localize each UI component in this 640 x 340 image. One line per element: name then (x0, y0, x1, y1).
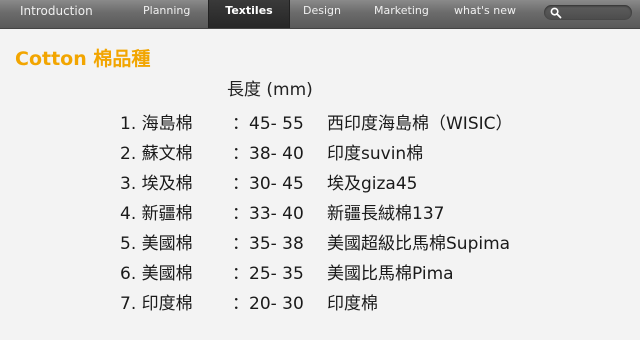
cotton-variety: 印度suvin棉 (327, 144, 424, 164)
fiber-length: ：35- 38 (232, 234, 304, 254)
nav-item-planning[interactable]: Planning (143, 0, 190, 28)
nav-item-whats-new[interactable]: what's new (454, 0, 516, 28)
cotton-variety: 新疆長絨棉137 (327, 204, 445, 224)
fiber-length: ：45- 55 (232, 114, 304, 134)
cotton-name: 5. 美國棉 (120, 234, 193, 254)
cotton-name: 1. 海島棉 (120, 114, 193, 134)
fiber-length: ：38- 40 (232, 144, 304, 164)
fiber-length: ：25- 35 (232, 264, 304, 284)
cotton-name: 7. 印度棉 (120, 294, 193, 314)
fiber-length: ：20- 30 (232, 294, 304, 314)
cotton-name: 6. 美國棉 (120, 264, 193, 284)
fiber-length: ：33- 40 (232, 204, 304, 224)
page-title-latin: Cotton (15, 48, 87, 70)
cotton-variety: 美國超級比馬棉Supima (327, 234, 511, 254)
cotton-variety: 印度棉 (327, 294, 378, 314)
nav-item-marketing[interactable]: Marketing (374, 0, 429, 28)
cotton-name: 4. 新疆棉 (120, 204, 193, 224)
page-title: Cotton 棉品種 (15, 44, 150, 71)
top-nav-bar: Introduction Planning Textiles Design Ma… (0, 0, 640, 29)
cotton-variety: 埃及giza45 (327, 174, 418, 194)
search-input[interactable] (544, 5, 632, 20)
page-title-cjk: 棉品種 (93, 48, 151, 70)
cotton-name: 3. 埃及棉 (120, 174, 193, 194)
nav-item-textiles[interactable]: Textiles (208, 0, 290, 28)
nav-item-introduction[interactable]: Introduction (20, 0, 93, 28)
length-column-header: 長度 (mm) (227, 80, 313, 100)
cotton-variety: 美國比馬棉Pima (327, 264, 454, 284)
cotton-name: 2. 蘇文棉 (120, 144, 193, 164)
nav-item-design[interactable]: Design (303, 0, 341, 28)
fiber-length: ：30- 45 (232, 174, 304, 194)
search-icon (550, 7, 562, 19)
cotton-variety: 西印度海島棉（WISIC） (327, 114, 513, 134)
